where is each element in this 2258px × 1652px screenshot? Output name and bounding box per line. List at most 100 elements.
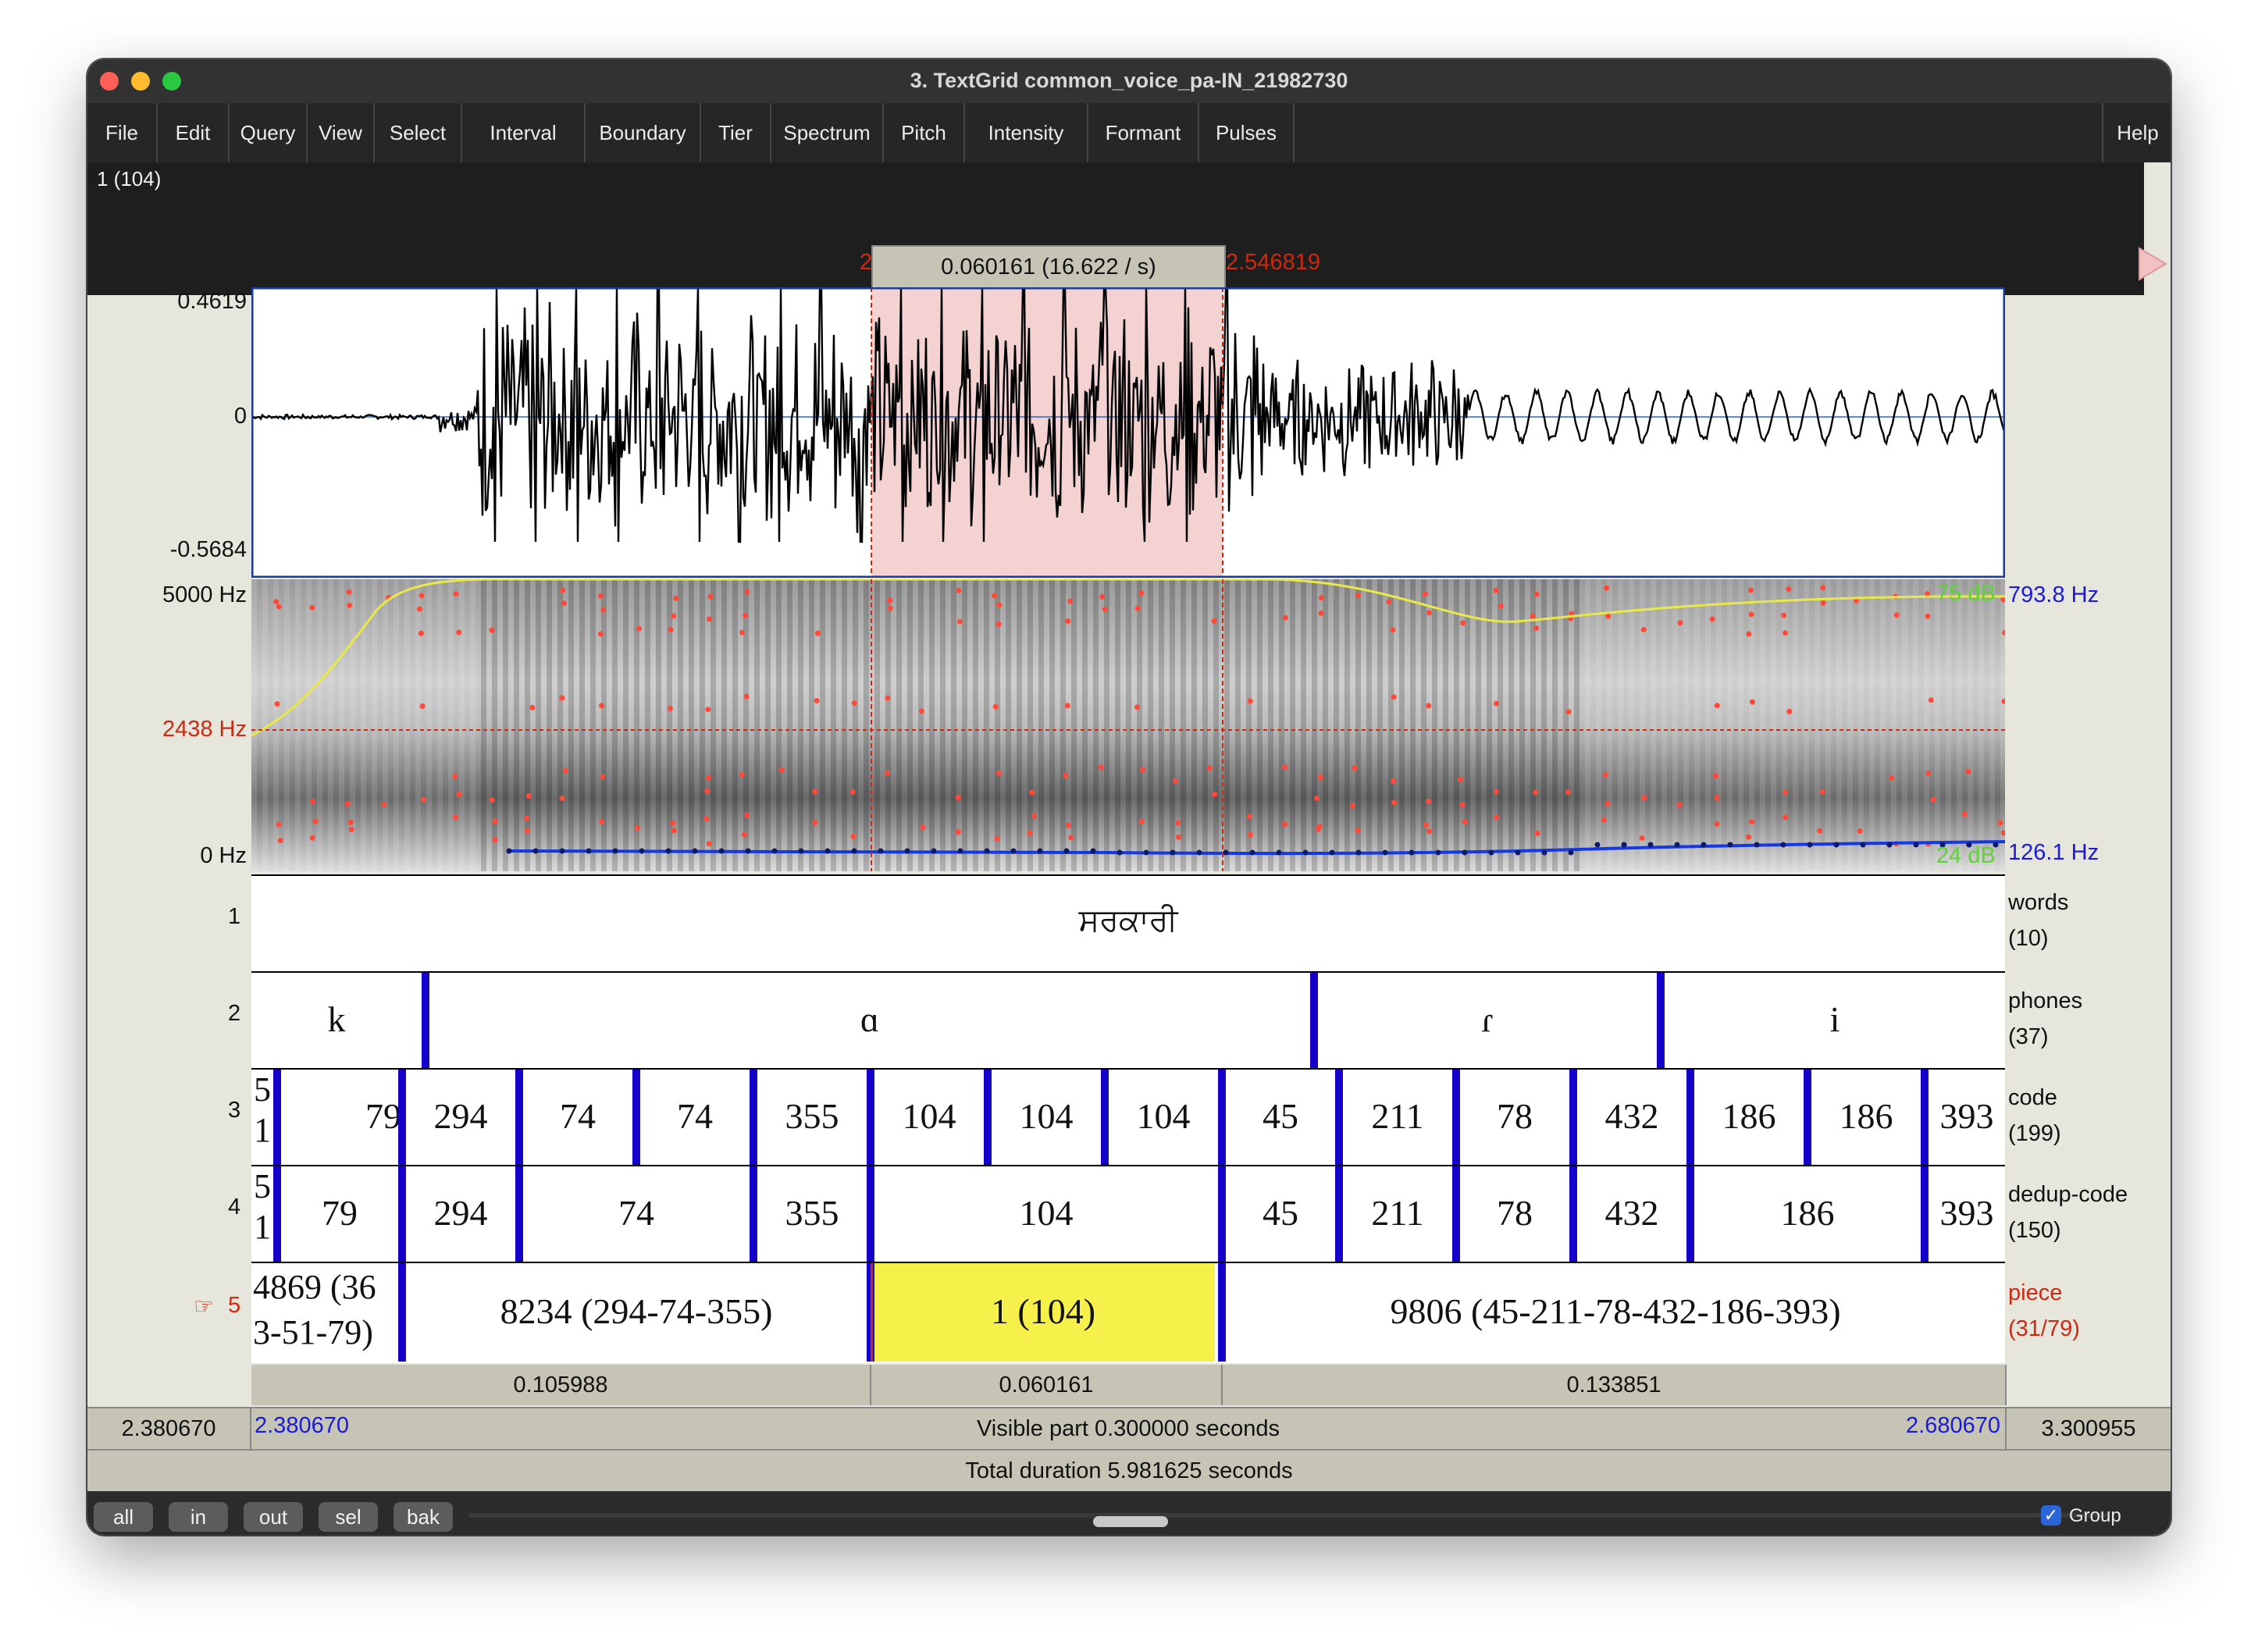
interval-code[interactable]: 74 (640, 1068, 750, 1165)
boundary[interactable] (398, 1263, 406, 1362)
interval-piece[interactable]: 4869 (36 3-51-79) (253, 1265, 400, 1358)
interval-code[interactable]: 104 (992, 1068, 1101, 1165)
boundary[interactable] (273, 1166, 281, 1262)
interval-dedup-code[interactable]: 211 (1343, 1165, 1452, 1262)
boundary[interactable] (1452, 1166, 1460, 1262)
boundary[interactable] (1335, 1166, 1343, 1262)
boundary[interactable] (1452, 1070, 1460, 1165)
scrollbar-thumb[interactable] (1093, 1516, 1168, 1527)
interval-code[interactable]: 186 (1694, 1068, 1804, 1165)
interval-code[interactable]: 294 (406, 1068, 515, 1165)
interval-piece[interactable]: 9806 (45-211-78-432-186-393) (1226, 1262, 2005, 1362)
menu-view[interactable]: View (308, 103, 375, 162)
interval-code[interactable]: 45 (1226, 1068, 1335, 1165)
boundary[interactable] (1686, 1070, 1694, 1165)
boundary[interactable] (1921, 1166, 1929, 1262)
interval-code[interactable]: 78 (1460, 1068, 1569, 1165)
duration-after-selection[interactable]: 0.133851 (1223, 1365, 2007, 1405)
duration-before-selection[interactable]: 0.105988 (251, 1365, 871, 1405)
selection-duration[interactable]: 0.060161 (16.622 / s) (871, 245, 1226, 289)
boundary[interactable] (398, 1166, 406, 1262)
interval-dedup-code[interactable]: 79 (281, 1165, 398, 1262)
interval-dedup-code[interactable]: 186 (1694, 1165, 1921, 1262)
interval-dedup-code[interactable]: 78 (1460, 1165, 1569, 1262)
interval-word[interactable]: ਸਰਕਾਰੀ (251, 874, 2005, 971)
zoom-all-button[interactable]: all (94, 1502, 153, 1532)
boundary[interactable] (273, 1070, 281, 1165)
interval-dedup-code[interactable]: 432 (1577, 1165, 1686, 1262)
interval-code[interactable]: 355 (757, 1068, 867, 1165)
play-triangle-icon[interactable] (2138, 247, 2169, 283)
boundary[interactable] (984, 1070, 992, 1165)
spectrogram-panel[interactable] (251, 579, 2005, 871)
boundary[interactable] (1686, 1166, 1694, 1262)
zoom-selection-button[interactable]: sel (319, 1502, 378, 1532)
interval-dedup-code[interactable]: 74 (523, 1165, 750, 1262)
interval-code[interactable]: 432 (1577, 1068, 1686, 1165)
zoom-in-button[interactable]: in (169, 1502, 228, 1532)
menu-pitch[interactable]: Pitch (884, 103, 965, 162)
interval-code[interactable]: 5 1 (251, 1070, 273, 1165)
interval-dedup-code[interactable]: 5 1 (251, 1166, 273, 1262)
boundary[interactable] (867, 1070, 874, 1165)
menu-file[interactable]: File (87, 103, 158, 162)
menu-boundary[interactable]: Boundary (586, 103, 701, 162)
waveform-panel[interactable] (251, 287, 2005, 578)
interval-dedup-code[interactable]: 294 (406, 1165, 515, 1262)
interval-dedup-code[interactable]: 393 (1929, 1165, 2005, 1262)
zoom-back-button[interactable]: bak (394, 1502, 453, 1532)
boundary[interactable] (867, 1166, 874, 1262)
interval-piece-selected[interactable]: 1 (104) (871, 1262, 1215, 1362)
menu-help[interactable]: Help (2102, 103, 2171, 162)
menu-formant[interactable]: Formant (1088, 103, 1199, 162)
boundary[interactable] (1101, 1070, 1109, 1165)
boundary[interactable] (750, 1166, 757, 1262)
interval-code[interactable]: 104 (874, 1068, 984, 1165)
boundary[interactable] (1218, 1166, 1226, 1262)
group-checkbox[interactable]: ✓ (2041, 1505, 2061, 1526)
boundary[interactable] (1218, 1263, 1226, 1362)
boundary[interactable] (1218, 1070, 1226, 1165)
boundary[interactable] (1569, 1070, 1577, 1165)
interval-piece[interactable]: 8234 (294-74-355) (406, 1262, 867, 1362)
total-duration[interactable]: Total duration 5.981625 seconds (87, 1449, 2171, 1491)
right-total-time[interactable]: 3.300955 (2007, 1407, 2171, 1449)
menu-query[interactable]: Query (230, 103, 308, 162)
boundary[interactable] (1569, 1166, 1577, 1262)
visible-part[interactable]: Visible part 0.300000 seconds (251, 1407, 2007, 1449)
boundary[interactable] (1921, 1070, 1929, 1165)
interval-phone[interactable]: i (1665, 971, 2005, 1068)
zoom-out-button[interactable]: out (244, 1502, 303, 1532)
boundary[interactable] (750, 1070, 757, 1165)
boundary[interactable] (632, 1070, 640, 1165)
boundary[interactable] (398, 1070, 406, 1165)
menu-edit[interactable]: Edit (158, 103, 230, 162)
boundary[interactable] (1310, 973, 1318, 1068)
boundary[interactable] (515, 1166, 523, 1262)
interval-dedup-code[interactable]: 355 (757, 1165, 867, 1262)
menu-interval[interactable]: Interval (462, 103, 586, 162)
menu-pulses[interactable]: Pulses (1199, 103, 1295, 162)
interval-phone[interactable]: k (251, 971, 422, 1068)
boundary[interactable] (1335, 1070, 1343, 1165)
menu-intensity[interactable]: Intensity (965, 103, 1088, 162)
interval-dedup-code[interactable]: 104 (874, 1165, 1218, 1262)
interval-code[interactable]: 104 (1109, 1068, 1218, 1165)
interval-phone[interactable]: ɑ (429, 971, 1310, 1068)
interval-dedup-code[interactable]: 45 (1226, 1165, 1335, 1262)
interval-code[interactable]: 211 (1343, 1068, 1452, 1165)
horizontal-scrollbar[interactable] (468, 1513, 2108, 1518)
boundary[interactable] (1657, 973, 1665, 1068)
interval-phone[interactable]: ɾ (1318, 971, 1657, 1068)
boundary[interactable] (422, 973, 429, 1068)
boundary[interactable] (1804, 1070, 1811, 1165)
menu-select[interactable]: Select (375, 103, 462, 162)
interval-code[interactable]: 186 (1811, 1068, 1921, 1165)
menu-spectrum[interactable]: Spectrum (771, 103, 884, 162)
interval-code[interactable]: 74 (523, 1068, 632, 1165)
left-total-time[interactable]: 2.380670 (87, 1407, 251, 1449)
duration-selection[interactable]: 0.060161 (871, 1365, 1223, 1405)
interval-code[interactable]: 393 (1929, 1068, 2005, 1165)
boundary[interactable] (515, 1070, 523, 1165)
menu-tier[interactable]: Tier (701, 103, 771, 162)
